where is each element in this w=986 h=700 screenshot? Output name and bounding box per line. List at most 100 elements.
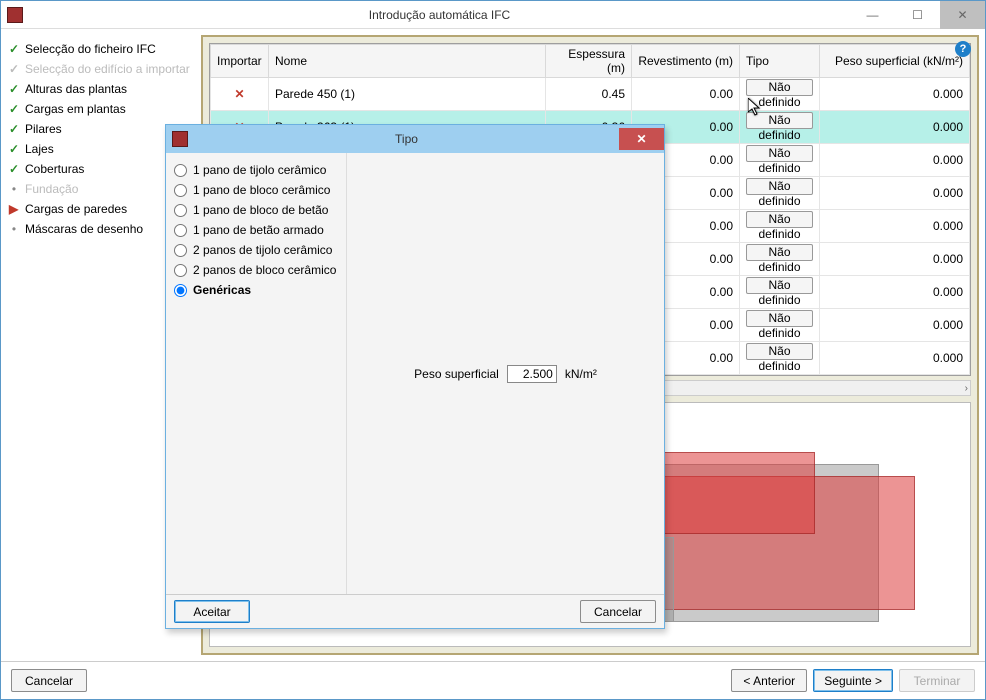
dialog-icon <box>172 131 188 147</box>
option-label: 1 pano de bloco de betão <box>193 203 328 217</box>
peso-cell: 0.000 <box>820 78 970 111</box>
tipo-button[interactable]: Não definido <box>746 343 813 360</box>
wizard-footer: Cancelar < Anterior Seguinte > Terminar <box>1 661 985 699</box>
radio-input[interactable] <box>174 244 187 257</box>
radio-input[interactable] <box>174 184 187 197</box>
revestimento-cell: 0.00 <box>632 78 740 111</box>
tipo-options: 1 pano de tijolo cerâmico 1 pano de bloco… <box>166 153 346 594</box>
sidebar-item-label: Cargas em plantas <box>25 102 126 116</box>
check-icon: ✓ <box>9 82 19 96</box>
nome-cell: Parede 450 (1) <box>269 78 546 111</box>
tipo-option[interactable]: 1 pano de betão armado <box>174 223 338 237</box>
col-peso[interactable]: Peso superficial (kN/m²) <box>820 45 970 78</box>
sidebar-item-3[interactable]: ✓ Cargas em plantas <box>9 99 193 119</box>
col-nome[interactable]: Nome <box>269 45 546 78</box>
peso-cell: 0.000 <box>820 111 970 144</box>
titlebar: Introdução automática IFC — ☐ ✕ <box>1 1 985 29</box>
tipo-cell[interactable]: Não definido <box>740 144 820 177</box>
tipo-cell[interactable]: Não definido <box>740 276 820 309</box>
x-icon: ✕ <box>234 87 244 101</box>
option-label: 2 panos de tijolo cerâmico <box>193 243 332 257</box>
sidebar-item-label: Máscaras de desenho <box>25 222 143 236</box>
peso-cell: 0.000 <box>820 342 970 375</box>
window-title: Introdução automática IFC <box>29 8 850 22</box>
radio-input[interactable] <box>174 224 187 237</box>
tipo-cell[interactable]: Não definido <box>740 177 820 210</box>
espessura-cell: 0.45 <box>546 78 632 111</box>
sidebar-item-label: Cargas de paredes <box>25 202 127 216</box>
tipo-option[interactable]: 1 pano de bloco cerâmico <box>174 183 338 197</box>
option-label: 1 pano de tijolo cerâmico <box>193 163 326 177</box>
import-cell[interactable]: ✕ <box>211 78 269 111</box>
main-window: Introdução automática IFC — ☐ ✕ ✓ Selecçã… <box>0 0 986 700</box>
peso-cell: 0.000 <box>820 210 970 243</box>
tipo-button[interactable]: Não definido <box>746 244 813 261</box>
peso-input[interactable] <box>507 365 557 383</box>
arrow-icon: ▶ <box>9 202 19 216</box>
dialog-title: Tipo <box>194 132 619 146</box>
peso-parameter: Peso superficial kN/m² <box>346 153 664 594</box>
col-tipo[interactable]: Tipo <box>740 45 820 78</box>
check-icon: ✓ <box>9 102 19 116</box>
next-button[interactable]: Seguinte > <box>813 669 893 692</box>
radio-input[interactable] <box>174 204 187 217</box>
peso-unit: kN/m² <box>565 367 597 381</box>
previous-button[interactable]: < Anterior <box>731 669 807 692</box>
check-icon: ✓ <box>9 42 19 56</box>
dialog-close-icon[interactable]: ✕ <box>619 128 664 150</box>
tipo-button[interactable]: Não definido <box>746 211 813 228</box>
cancel-button[interactable]: Cancelar <box>11 669 87 692</box>
tipo-cell[interactable]: Não definido <box>740 243 820 276</box>
sidebar-item-label: Selecção do edifício a importar <box>25 62 190 76</box>
radio-input[interactable] <box>174 164 187 177</box>
check-icon: ✓ <box>9 162 19 176</box>
col-importar[interactable]: Importar <box>211 45 269 78</box>
tipo-dialog: Tipo ✕ 1 pano de tijolo cerâmico1 pano d… <box>165 124 665 629</box>
tipo-option[interactable]: 2 panos de tijolo cerâmico <box>174 243 338 257</box>
option-label: Genéricas <box>193 283 251 297</box>
dialog-cancel-button[interactable]: Cancelar <box>580 600 656 623</box>
peso-cell: 0.000 <box>820 309 970 342</box>
radio-input[interactable] <box>174 284 187 297</box>
col-espessura[interactable]: Espessura (m) <box>546 45 632 78</box>
tipo-option[interactable]: 2 panos de bloco cerâmico <box>174 263 338 277</box>
check-icon: ✓ <box>9 142 19 156</box>
check-icon: ✓ <box>9 62 19 76</box>
sidebar-item-1[interactable]: ✓ Selecção do edifício a importar <box>9 59 193 79</box>
tipo-option[interactable]: Genéricas <box>174 283 338 297</box>
tipo-cell[interactable]: Não definido <box>740 309 820 342</box>
tipo-button[interactable]: Não definido <box>746 277 813 294</box>
peso-label: Peso superficial <box>414 367 499 381</box>
tipo-button[interactable]: Não definido <box>746 79 813 96</box>
tipo-cell[interactable]: Não definido <box>740 111 820 144</box>
peso-cell: 0.000 <box>820 276 970 309</box>
sidebar-item-label: Pilares <box>25 122 62 136</box>
radio-input[interactable] <box>174 264 187 277</box>
tipo-button[interactable]: Não definido <box>746 145 813 162</box>
close-button[interactable]: ✕ <box>940 1 985 29</box>
table-row[interactable]: ✕ Parede 450 (1)0.450.00 Não definido 0.000 <box>211 78 970 111</box>
sidebar-item-label: Coberturas <box>25 162 84 176</box>
app-icon <box>7 7 23 23</box>
peso-cell: 0.000 <box>820 177 970 210</box>
tipo-option[interactable]: 1 pano de tijolo cerâmico <box>174 163 338 177</box>
help-icon[interactable]: ? <box>955 41 971 57</box>
col-revestimento[interactable]: Revestimento (m) <box>632 45 740 78</box>
tipo-button[interactable]: Não definido <box>746 112 813 129</box>
accept-button[interactable]: Aceitar <box>174 600 250 623</box>
tipo-cell[interactable]: Não definido <box>740 78 820 111</box>
tipo-cell[interactable]: Não definido <box>740 342 820 375</box>
tipo-button[interactable]: Não definido <box>746 178 813 195</box>
maximize-button[interactable]: ☐ <box>895 1 940 29</box>
option-label: 1 pano de bloco cerâmico <box>193 183 330 197</box>
sidebar-item-2[interactable]: ✓Alturas das plantas <box>9 79 193 99</box>
minimize-button[interactable]: — <box>850 1 895 29</box>
tipo-button[interactable]: Não definido <box>746 310 813 327</box>
tipo-cell[interactable]: Não definido <box>740 210 820 243</box>
sidebar-item-label: Lajes <box>25 142 54 156</box>
bullet-icon: • <box>9 182 19 196</box>
sidebar-item-label: Selecção do ficheiro IFC <box>25 42 156 56</box>
check-icon: ✓ <box>9 122 19 136</box>
tipo-option[interactable]: 1 pano de bloco de betão <box>174 203 338 217</box>
sidebar-item-0[interactable]: ✓ Selecção do ficheiro IFC <box>9 39 193 59</box>
